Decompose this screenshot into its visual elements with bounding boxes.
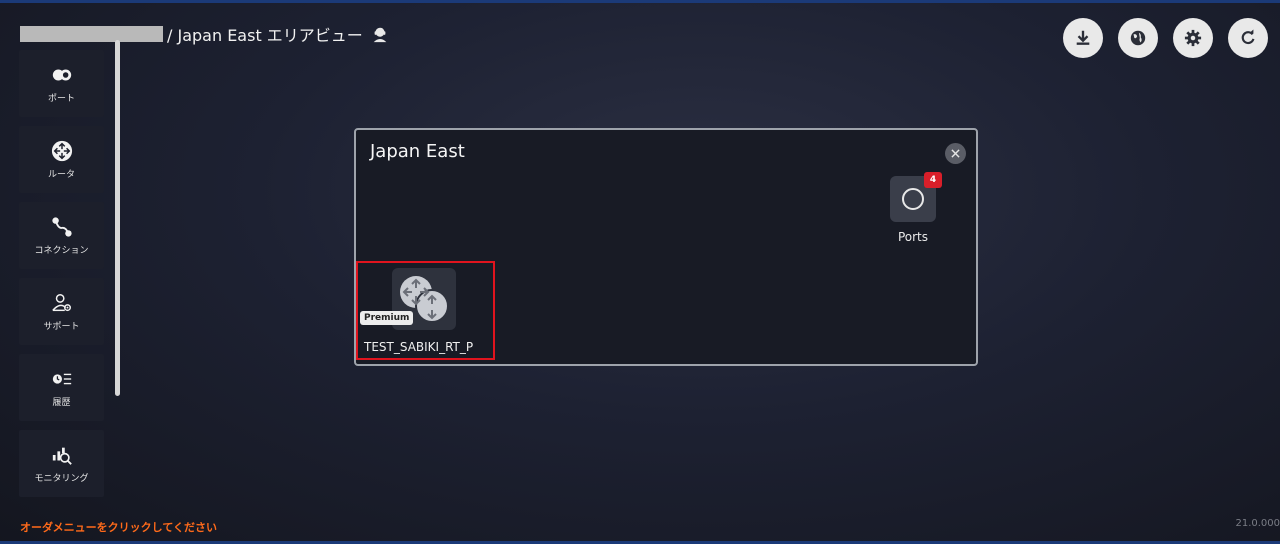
premium-badge: Premium: [360, 311, 414, 325]
sidebar-item-label: サポート: [43, 321, 80, 332]
refresh-icon: [1241, 29, 1255, 45]
redacted-breadcrumb-segment: [20, 26, 163, 42]
top-border: [0, 0, 1280, 3]
area-panel: Japan East 4 Ports Premium TEST_SABIKI_R…: [354, 128, 978, 366]
support-icon: [51, 293, 71, 311]
settings-button[interactable]: [1173, 18, 1213, 58]
sidebar-item-label: ルータ: [47, 169, 75, 180]
connection-icon: [51, 216, 72, 237]
close-icon: [951, 149, 960, 158]
page-title: / Japan East エリアビュー: [167, 26, 363, 45]
sidebar-item-label: 履歴: [52, 397, 71, 408]
gear-icon: [1184, 29, 1202, 47]
port-ring-icon: [902, 188, 924, 210]
download-icon: [1076, 30, 1090, 45]
order-menu-hint: オーダメニューをクリックしてください: [20, 521, 218, 534]
sidebar-item-monitoring[interactable]: モニタリング: [19, 430, 104, 497]
sidebar-item-history[interactable]: 履歴: [19, 354, 104, 421]
toolbar: [1048, 18, 1268, 58]
sidebar-item-label: ポート: [47, 93, 75, 104]
version-label: 21.0.000: [1235, 518, 1280, 529]
breadcrumb: / Japan East エリアビュー: [20, 24, 389, 45]
sidebar: ポート ルータ コネクション サポート 履歴 モニタリング: [19, 50, 105, 506]
sidebar-item-connection[interactable]: コネクション: [19, 202, 104, 269]
ports-count-badge: 4: [924, 172, 942, 188]
support-agent-icon[interactable]: [371, 25, 389, 43]
sidebar-item-support[interactable]: サポート: [19, 278, 104, 345]
router-icon: [51, 140, 72, 161]
ports-label: Ports: [897, 230, 929, 244]
globe-button[interactable]: [1118, 18, 1158, 58]
sidebar-item-router[interactable]: ルータ: [19, 126, 104, 193]
sidebar-item-label: コネクション: [34, 245, 89, 256]
sidebar-item-port[interactable]: ポート: [19, 50, 104, 117]
port-icon: [52, 69, 71, 80]
sidebar-item-label: モニタリング: [34, 473, 89, 484]
refresh-button[interactable]: [1228, 18, 1268, 58]
router-name-label: TEST_SABIKI_RT_P: [364, 340, 474, 354]
panel-title: Japan East: [370, 141, 465, 162]
globe-icon: [1130, 30, 1146, 46]
history-icon: [52, 373, 71, 384]
monitoring-icon: [52, 447, 72, 465]
download-button[interactable]: [1063, 18, 1103, 58]
close-button[interactable]: [945, 143, 966, 164]
sidebar-scrollbar[interactable]: [115, 40, 120, 396]
